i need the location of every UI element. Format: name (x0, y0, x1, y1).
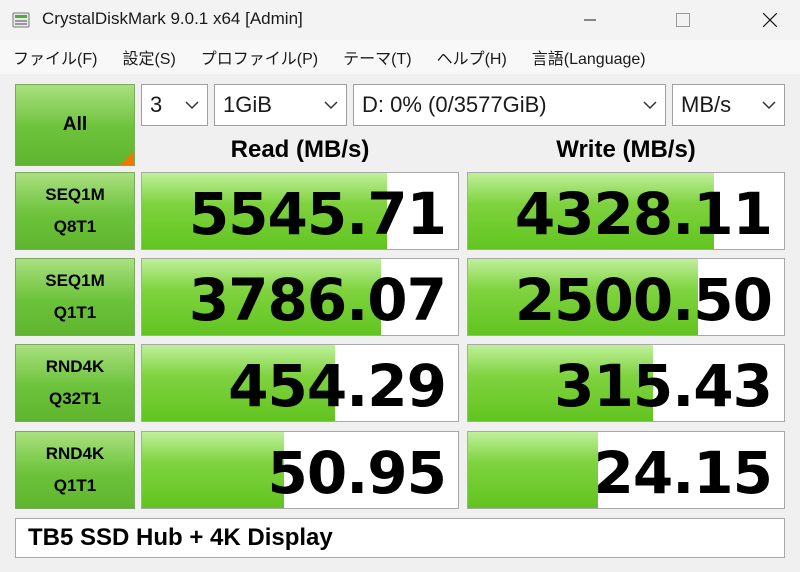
write-result-1: 4328.11 (467, 172, 785, 250)
test-name-line2: Q8T1 (53, 217, 97, 236)
minimize-icon (584, 19, 596, 21)
corner-marker (120, 151, 134, 165)
write-progress-fill (468, 432, 598, 508)
test-name-line2: Q32T1 (49, 389, 101, 408)
menu-file[interactable]: ファイル(F) (0, 45, 109, 69)
read-result-1: 5545.71 (141, 172, 459, 250)
read-result-4: 50.95 (141, 431, 459, 509)
test-name-line1: SEQ1M (45, 271, 105, 290)
test-size-select[interactable]: 1GiB (214, 84, 347, 126)
write-result-2: 2500.50 (467, 258, 785, 336)
comment-field[interactable]: TB5 SSD Hub + 4K Display (15, 518, 785, 558)
read-progress-fill (142, 432, 285, 508)
window-title: CrystalDiskMark 9.0.1 x64 [Admin] (42, 9, 303, 28)
chevron-down-icon (185, 101, 199, 110)
test-name-line1: RND4K (45, 357, 105, 376)
read-value: 50.95 (267, 439, 447, 507)
app-icon (12, 12, 30, 28)
read-value: 3786.07 (188, 266, 447, 334)
drive-select[interactable]: D: 0% (0/3577GiB) (353, 84, 666, 126)
write-result-4: 24.15 (467, 431, 785, 509)
chevron-down-icon (324, 101, 338, 110)
menu-language[interactable]: 言語(Language) (519, 45, 658, 69)
test-name-line2: Q1T1 (53, 303, 97, 322)
chevron-down-icon (643, 101, 657, 110)
drive-value: D: 0% (0/3577GiB) (362, 92, 547, 117)
test-button-1[interactable]: SEQ1M Q8T1 (15, 172, 135, 250)
menu-bar: ファイル(F) 設定(S) プロファイル(P) テーマ(T) ヘルプ(H) 言語… (0, 40, 800, 74)
unit-select[interactable]: MB/s (672, 84, 785, 126)
all-button[interactable]: All (15, 84, 135, 166)
unit-value: MB/s (681, 92, 732, 117)
write-header: Write (MB/s) (556, 136, 696, 163)
chevron-down-icon (762, 101, 776, 110)
maximize-button[interactable] (653, 0, 713, 40)
write-value: 315.43 (554, 352, 773, 420)
test-button-3[interactable]: RND4K Q32T1 (15, 344, 135, 422)
test-name-line2: Q1T1 (53, 476, 97, 495)
minimize-button[interactable] (560, 0, 620, 40)
write-value: 2500.50 (514, 266, 773, 334)
menu-theme[interactable]: テーマ(T) (330, 45, 423, 69)
test-count-value: 3 (150, 92, 163, 117)
write-value: 4328.11 (514, 180, 773, 248)
menu-profile[interactable]: プロファイル(P) (188, 45, 330, 69)
all-button-label: All (62, 114, 88, 135)
close-button[interactable] (740, 0, 800, 40)
comment-text: TB5 SSD Hub + 4K Display (28, 524, 333, 551)
close-icon (763, 13, 777, 27)
test-button-4[interactable]: RND4K Q1T1 (15, 431, 135, 509)
write-value: 24.15 (593, 439, 773, 507)
read-value: 454.29 (228, 352, 447, 420)
read-header: Read (MB/s) (230, 136, 370, 163)
maximize-icon (676, 13, 690, 27)
test-name-line1: SEQ1M (45, 185, 105, 204)
test-size-value: 1GiB (223, 92, 272, 117)
test-name-line1: RND4K (45, 444, 105, 463)
test-button-2[interactable]: SEQ1M Q1T1 (15, 258, 135, 336)
menu-help[interactable]: ヘルプ(H) (424, 45, 519, 69)
read-value: 5545.71 (188, 180, 447, 248)
menu-settings[interactable]: 設定(S) (109, 45, 187, 69)
title-bar: CrystalDiskMark 9.0.1 x64 [Admin] (0, 0, 800, 40)
test-count-select[interactable]: 3 (141, 84, 208, 126)
read-result-2: 3786.07 (141, 258, 459, 336)
write-result-3: 315.43 (467, 344, 785, 422)
read-result-3: 454.29 (141, 344, 459, 422)
